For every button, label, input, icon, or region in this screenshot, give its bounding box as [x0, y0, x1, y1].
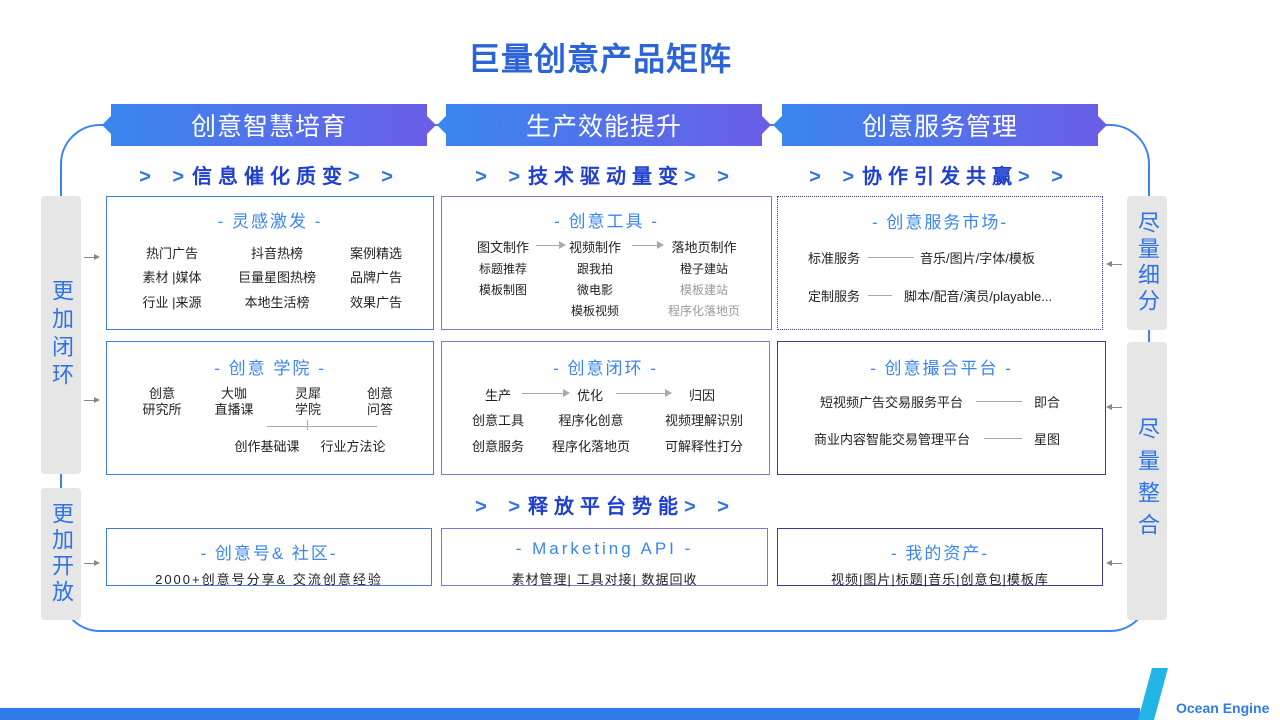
list-item: 创作基础课 — [234, 439, 300, 454]
row-label: 定制服务 — [808, 289, 861, 304]
row-value: 音乐/图片/字体/模板 — [920, 251, 1035, 266]
connector-arrow — [1106, 560, 1122, 566]
box-description: 视频|图片|标题|音乐|创意包|模板库 — [831, 572, 1049, 587]
box-description: 2000+创意号分享& 交流创意经验 — [155, 572, 383, 587]
list-item: 效果广告 — [349, 295, 402, 310]
flow-step: 归因 — [688, 388, 715, 403]
box-academy: - 创意 学院 - 创意 研究所 大咖 直播课 灵犀 学院 创意 问答 创作基础… — [106, 341, 434, 475]
list-item: 模板制图 — [478, 283, 527, 297]
box-creative-tools: - 创意工具 - 图文制作 视频制作 落地页制作 标题推荐 模板制图 跟我拍 微… — [441, 196, 772, 330]
row-label: 短视频广告交易服务平台 — [820, 395, 964, 410]
box-title: - 创意号& 社区- — [200, 544, 338, 563]
header-creative-wisdom: 创意智慧培育 — [102, 104, 436, 146]
row-line — [984, 438, 1022, 439]
subtitle-col1: > >信息催化质变> > — [139, 166, 401, 188]
tree-line — [267, 426, 377, 427]
list-item: 橙子建站 — [679, 262, 728, 276]
logo-text: Ocean Engine — [1176, 700, 1270, 716]
header-service-management: 创意服务管理 — [773, 104, 1107, 146]
list-item: 创意 问答 — [366, 386, 393, 417]
box-matchmaking: - 创意撮合平台 - 短视频广告交易服务平台 即合 商业内容智能交易管理平台 星… — [777, 341, 1106, 475]
list-item: 标题推荐 — [478, 262, 527, 276]
box-title: - 创意撮合平台 - — [870, 359, 1013, 378]
row-line — [868, 295, 892, 296]
subtitle-bottom: > >释放平台势能> > — [475, 496, 737, 518]
box-title: - 创意工具 - — [554, 212, 659, 231]
page-title: 巨量创意产品矩阵 — [467, 41, 732, 77]
list-item: 创意 研究所 — [142, 386, 182, 417]
list-item: 大咖 直播课 — [214, 386, 254, 417]
box-service-market: - 创意服务市场- 标准服务 音乐/图片/字体/模板 定制服务 脚本/配音/演员… — [777, 196, 1103, 330]
box-community: - 创意号& 社区- 2000+创意号分享& 交流创意经验 — [106, 528, 432, 587]
row-value: 脚本/配音/演员/playable... — [904, 289, 1053, 304]
flow-step: 生产 — [484, 388, 511, 403]
list-item: 跟我拍 — [576, 262, 613, 276]
flow-arrow-icon — [616, 389, 672, 397]
list-item: 视频理解识别 — [664, 413, 743, 428]
box-title: - 创意 学院 - — [214, 359, 326, 378]
box-title: - 灵感激发 - — [217, 212, 323, 231]
flow-step: 视频制作 — [568, 240, 621, 255]
tree-line — [307, 420, 308, 430]
flow-step: 图文制作 — [476, 240, 529, 255]
box-title: - Marketing API - — [515, 539, 694, 558]
connector-arrow — [84, 397, 100, 403]
side-more-granular: 尽量细分 — [1127, 196, 1167, 330]
row-line — [976, 401, 1022, 402]
side-more-integrated: 尽量整合 — [1127, 342, 1167, 620]
list-item: 程序化创意 — [558, 413, 624, 428]
flow-step: 优化 — [576, 388, 603, 403]
list-item: 创意工具 — [471, 413, 524, 428]
list-item: 行业 |来源 — [142, 295, 202, 310]
box-marketing-api: - Marketing API - 素材管理| 工具对接| 数据回收 — [441, 528, 768, 587]
side-more-closed-loop: 更加闭环 — [41, 196, 81, 474]
box-my-assets: - 我的资产- 视频|图片|标题|音乐|创意包|模板库 — [777, 528, 1103, 587]
list-item: 可解释性打分 — [664, 439, 743, 454]
side-more-open: 更加开放 — [41, 488, 81, 620]
header-production-efficiency: 生产效能提升 — [437, 104, 771, 146]
connector-arrow — [1106, 404, 1122, 410]
row-value: 即合 — [1034, 395, 1061, 410]
list-item: 案例精选 — [349, 246, 402, 261]
list-item: 灵犀 学院 — [294, 386, 321, 417]
list-item: 本地生活榜 — [244, 295, 310, 310]
subtitle-col2: > >技术驱动量变> > — [475, 166, 737, 188]
box-closed-loop: - 创意闭环 - 生产 优化 归因 创意工具 创意服务 程序化创意 程序化落地页… — [441, 341, 770, 475]
row-label: 商业内容智能交易管理平台 — [814, 432, 971, 447]
list-item: 程序化落地页 — [551, 439, 630, 454]
box-title: - 我的资产- — [890, 544, 990, 563]
row-value: 星图 — [1034, 432, 1061, 447]
flow-step: 落地页制作 — [671, 240, 737, 255]
box-title: - 创意闭环 - — [553, 359, 658, 378]
list-item: 模板视频 — [570, 304, 619, 318]
list-item: 程序化落地页 — [667, 304, 740, 318]
list-item: 微电影 — [576, 283, 613, 297]
list-item: 模板建站 — [679, 283, 728, 297]
row-line — [868, 257, 914, 258]
connector-arrow — [84, 254, 100, 260]
box-inspiration: - 灵感激发 - 热门广告 抖音热榜 案例精选 素材 |媒体 巨量星图热榜 品牌… — [106, 196, 434, 330]
box-title: - 创意服务市场- — [871, 213, 1009, 232]
list-item: 行业方法论 — [320, 439, 386, 454]
footer-bar — [0, 708, 1140, 720]
list-item: 热门广告 — [145, 246, 198, 261]
box-description: 素材管理| 工具对接| 数据回收 — [511, 572, 698, 587]
list-item: 抖音热榜 — [250, 246, 303, 261]
list-item: 创意服务 — [471, 439, 524, 454]
flow-arrow-icon — [632, 241, 664, 249]
ocean-engine-logo-icon — [1138, 668, 1168, 720]
connector-arrow — [1106, 261, 1122, 267]
list-item: 巨量星图热榜 — [237, 270, 316, 285]
list-item: 素材 |媒体 — [142, 270, 202, 285]
subtitle-col3: > >协作引发共赢> > — [809, 166, 1071, 188]
connector-arrow — [84, 560, 100, 566]
list-item: 品牌广告 — [349, 270, 402, 285]
row-label: 标准服务 — [808, 251, 861, 266]
